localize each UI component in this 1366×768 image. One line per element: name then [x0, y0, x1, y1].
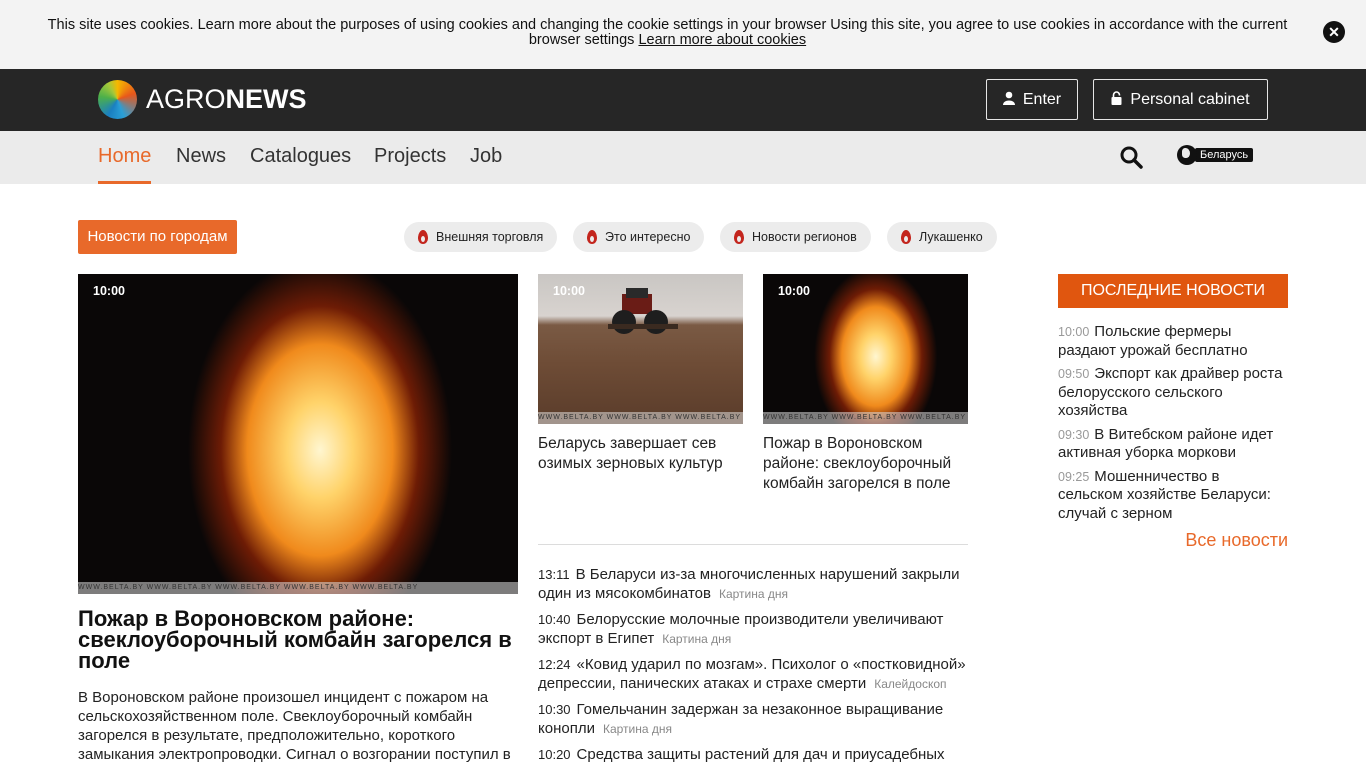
flame-icon — [418, 230, 428, 244]
cookie-learn-more-link[interactable]: Learn more about cookies — [638, 32, 806, 48]
logo-agro: AGRO — [146, 83, 226, 114]
logo-ball-icon — [98, 79, 137, 119]
side-story-time: 10:00 — [553, 284, 585, 298]
tag-regional-news[interactable]: Новости регионов — [720, 222, 871, 252]
side-story-time: 10:00 — [778, 284, 810, 298]
logo-news: NEWS — [225, 83, 307, 114]
side-story-title[interactable]: Беларусь завершает сев озимых зерновых к… — [538, 434, 743, 474]
flame-icon — [901, 230, 911, 244]
news-title: Гомельчанин задержан за незаконное выращ… — [538, 701, 944, 737]
news-title: Белорусские молочные производители увели… — [538, 611, 944, 647]
main-story-image[interactable]: 10:00 WWW.BELTA.BY WWW.BELTA.BY WWW.BELT… — [78, 274, 518, 594]
cookie-bar: This site uses cookies. Learn more about… — [0, 0, 1366, 69]
image-watermark: WWW.BELTA.BY WWW.BELTA.BY WWW.BELTA.BY W… — [538, 412, 743, 424]
personal-cabinet-button[interactable]: Personal cabinet — [1093, 79, 1268, 120]
main-story-lead: В Вороновском районе произошел инцидент … — [78, 689, 511, 763]
tag-foreign-trade[interactable]: Внешняя торговля — [404, 222, 558, 252]
tag-lukashenko[interactable]: Лукашенко — [887, 222, 997, 252]
news-time: 12:24 — [538, 657, 571, 672]
region-label: Беларусь — [1195, 148, 1254, 162]
main-nav: Home News Catalogues Projects Job Белару… — [0, 131, 1366, 184]
latest-news-heading: ПОСЛЕДНИЕ НОВОСТИ — [1058, 274, 1288, 308]
latest-time: 10:00 — [1058, 325, 1090, 339]
news-time: 13:11 — [538, 567, 570, 582]
site-header: AGRONEWS Enter Personal cabinet — [0, 69, 1366, 131]
side-story-image[interactable]: 10:00 WWW.BELTA.BY WWW.BELTA.BY WWW.BELT… — [763, 274, 968, 424]
tag-label: Лукашенко — [919, 230, 983, 244]
news-category[interactable]: Картина дня — [662, 632, 731, 646]
list-item[interactable]: 10:40 Белорусские молочные производители … — [538, 610, 968, 649]
site-logo[interactable]: AGRONEWS — [98, 79, 307, 119]
list-item[interactable]: 10:20 Средства защиты растений для дач и … — [538, 745, 968, 764]
tag-label: Новости регионов — [752, 230, 857, 244]
tag-label: Это интересно — [605, 230, 691, 244]
news-category[interactable]: Калейдоскоп — [874, 677, 946, 691]
latest-title: В Витебском районе идет активная уборка … — [1058, 425, 1274, 462]
search-icon[interactable] — [1119, 145, 1143, 169]
news-category[interactable]: Картина дня — [603, 722, 672, 736]
side-story-image[interactable]: 10:00 WWW.BELTA.BY WWW.BELTA.BY WWW.BELT… — [538, 274, 743, 424]
list-item[interactable]: 09:30 В Витебском районе идет активная уб… — [1058, 426, 1288, 463]
image-watermark: WWW.BELTA.BY WWW.BELTA.BY WWW.BELTA.BY W… — [763, 412, 968, 424]
close-icon[interactable]: ✕ — [1323, 21, 1345, 43]
news-category[interactable]: Картина дня — [719, 587, 788, 601]
news-title: Средства защиты растений для дач и приус… — [576, 746, 945, 763]
city-news-button[interactable]: Новости по городам — [78, 220, 237, 254]
latest-news-list: 10:00 Польские фермеры раздают урожай бес… — [1058, 323, 1288, 528]
list-item[interactable]: 13:11 В Беларуси из-за многочисленных нар… — [538, 565, 968, 604]
user-icon — [1002, 91, 1015, 108]
enter-label: Enter — [1022, 90, 1062, 108]
nav-item-projects[interactable]: Projects — [374, 131, 446, 184]
nav-item-job[interactable]: Job — [470, 131, 502, 184]
flame-icon — [587, 230, 597, 244]
tag-label: Внешняя торговля — [436, 230, 544, 244]
list-item[interactable]: 12:24 «Ковид ударил по мозгам». Психолог … — [538, 655, 968, 694]
latest-time: 09:50 — [1058, 367, 1090, 381]
logo-text: AGRONEWS — [146, 84, 307, 115]
globe-icon — [1177, 145, 1197, 165]
list-item[interactable]: 10:30 Гомельчанин задержан за незаконное … — [538, 700, 968, 739]
list-item[interactable]: 09:50 Экспорт как драйвер роста белорусск… — [1058, 365, 1288, 421]
lock-icon — [1111, 91, 1122, 108]
image-watermark: WWW.BELTA.BY WWW.BELTA.BY WWW.BELTA.BY W… — [78, 582, 518, 594]
nav-item-news[interactable]: News — [176, 131, 226, 184]
flame-icon — [734, 230, 744, 244]
list-item[interactable]: 10:00 Польские фермеры раздают урожай бес… — [1058, 323, 1288, 360]
cookie-text: This site uses cookies. Learn more about… — [30, 18, 1305, 48]
region-selector[interactable]: Беларусь — [1177, 145, 1254, 165]
enter-button[interactable]: Enter — [986, 79, 1078, 120]
list-item[interactable]: 09:25 Мошенничество в сельском хозяйстве … — [1058, 468, 1288, 524]
news-time: 10:20 — [538, 747, 571, 762]
news-time: 10:40 — [538, 612, 571, 627]
latest-title: Экспорт как драйвер роста белорусского с… — [1058, 365, 1283, 419]
latest-title: Мошенничество в сельском хозяйстве Белар… — [1058, 467, 1271, 522]
latest-time: 09:25 — [1058, 469, 1090, 484]
divider — [538, 544, 968, 545]
nav-item-catalogues[interactable]: Catalogues — [250, 131, 351, 184]
personal-cabinet-label: Personal cabinet — [1130, 90, 1250, 108]
tractor-icon — [608, 288, 678, 334]
tag-interesting[interactable]: Это интересно — [573, 222, 705, 252]
nav-item-home[interactable]: Home — [98, 131, 152, 184]
news-list: 13:11 В Беларуси из-за многочисленных нар… — [538, 565, 968, 768]
all-news-link[interactable]: Все новости — [1058, 530, 1288, 551]
side-story-title[interactable]: Пожар в Вороновском районе: свеклоубороч… — [763, 434, 968, 494]
main-story-title[interactable]: Пожар в Вороновском районе: свеклоубороч… — [78, 608, 518, 672]
latest-time: 09:30 — [1058, 427, 1090, 442]
main-story-time: 10:00 — [93, 284, 125, 298]
news-time: 10:30 — [538, 702, 571, 717]
